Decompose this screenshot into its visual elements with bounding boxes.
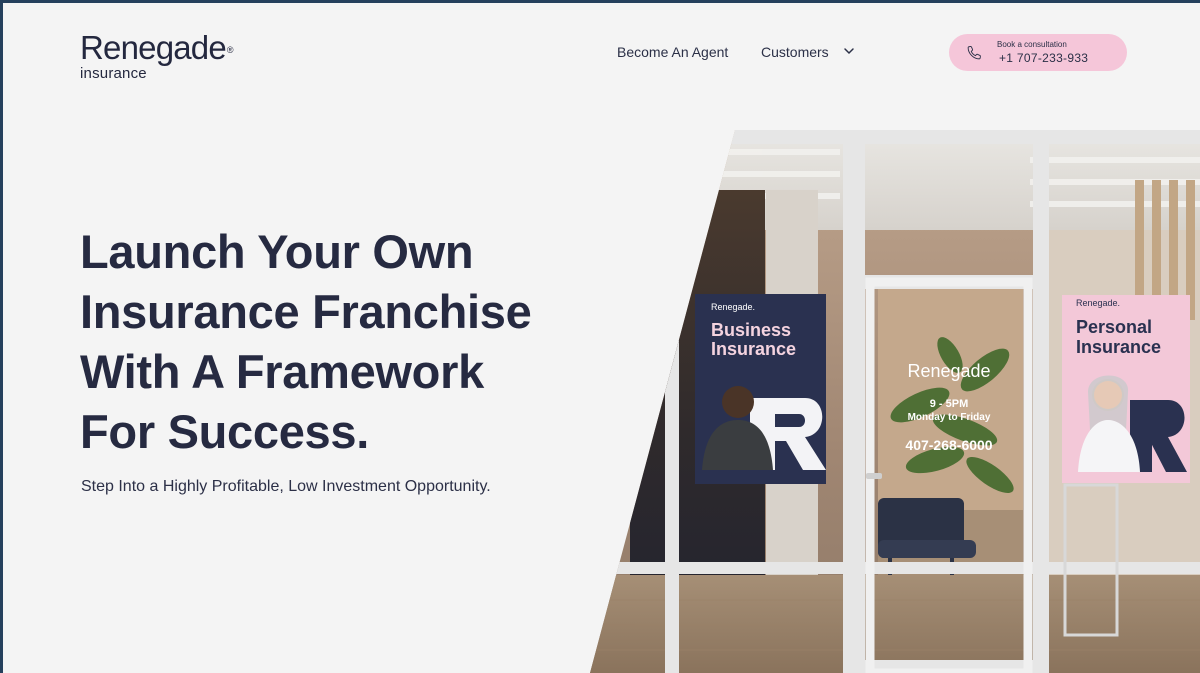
logo-registered-mark: ® (226, 45, 234, 55)
hero-title: Launch Your Own Insurance Franchise With… (80, 222, 620, 462)
hero-title-line: Insurance Franchise (80, 285, 532, 338)
hero-title-line: Launch Your Own (80, 225, 474, 278)
door-days: Monday to Friday (907, 412, 991, 423)
phone-icon (967, 46, 981, 60)
cta-label: Book a consultation (997, 40, 1067, 49)
logo-wordmark: Renegade® (80, 29, 234, 68)
logo-subtitle: insurance (80, 65, 147, 82)
hero-title-line: For Success. (80, 405, 369, 458)
book-consultation-button[interactable]: Book a consultation +1 707-233-933 (949, 34, 1127, 71)
right-sign-brand: Renegade. (1076, 298, 1121, 308)
left-sign-title-line: Business (711, 320, 792, 340)
nav-become-agent[interactable]: Become An Agent (617, 44, 728, 60)
door-hours: 9 - 5PM (929, 398, 969, 410)
logo[interactable]: Renegade® insurance (80, 29, 234, 82)
storefront-image: Renegade. Business Insurance Renegade 9 … (590, 130, 1200, 673)
left-sign-brand: Renegade. (711, 302, 756, 312)
door-brand: Renegade (907, 361, 991, 381)
right-sign-title-line: Personal (1076, 317, 1153, 337)
left-sign-title-line: Insurance (711, 339, 797, 359)
door-phone: 407-268-6000 (905, 437, 993, 453)
nav-customers[interactable]: Customers (761, 44, 829, 60)
right-sign-title-line: Insurance (1076, 337, 1162, 357)
cta-phone: +1 707-233-933 (999, 51, 1089, 65)
logo-name: Renegade (80, 29, 227, 66)
hero-subtitle: Step Into a Highly Profitable, Low Inves… (81, 478, 491, 495)
chevron-down-icon[interactable] (843, 46, 855, 56)
hero-title-line: With A Framework (80, 345, 484, 398)
